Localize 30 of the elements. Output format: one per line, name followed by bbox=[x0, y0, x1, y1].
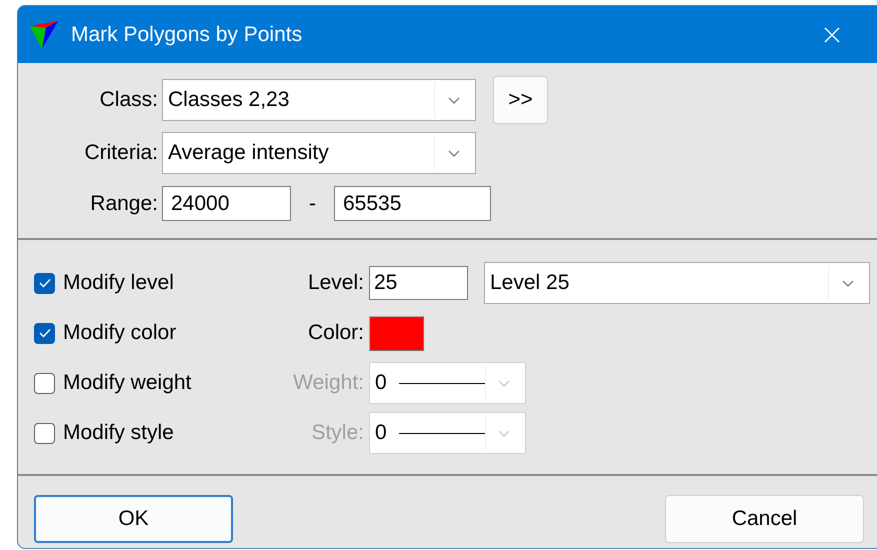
app-icon bbox=[29, 20, 59, 50]
caret-icon bbox=[448, 150, 460, 156]
range-separator: - bbox=[308, 192, 317, 216]
level-input[interactable]: 25 bbox=[369, 266, 468, 300]
more-button[interactable]: >> bbox=[493, 76, 548, 124]
checkbox[interactable]: Modify level bbox=[34, 271, 264, 295]
ok-button[interactable]: OK bbox=[34, 495, 233, 543]
level-dropdown[interactable]: Level 25 bbox=[484, 262, 870, 304]
caret-icon bbox=[842, 280, 854, 286]
criteria-dropdown[interactable]: Average intensity bbox=[162, 132, 476, 174]
range-label: Range: bbox=[89, 192, 158, 216]
color-swatch[interactable] bbox=[369, 316, 424, 350]
field-label: Style: bbox=[310, 421, 364, 445]
close-icon[interactable] bbox=[824, 26, 840, 42]
cancel-button[interactable]: Cancel bbox=[665, 495, 864, 543]
criteria-label: Criteria: bbox=[83, 141, 158, 165]
checkbox-icon[interactable] bbox=[34, 272, 55, 294]
field-label: Weight: bbox=[292, 371, 364, 395]
class-label: Class: bbox=[98, 88, 158, 112]
caret-icon bbox=[498, 430, 510, 436]
caret-icon bbox=[448, 96, 460, 104]
class-dropdown[interactable]: Classes 2,23 bbox=[162, 79, 476, 121]
range-from-input[interactable]: 24000 bbox=[162, 186, 291, 221]
field-label: Level: bbox=[306, 271, 364, 295]
checkbox[interactable]: Modify color bbox=[34, 321, 264, 345]
field-label: Color: bbox=[306, 321, 364, 345]
range-to-input[interactable]: 65535 bbox=[334, 186, 491, 221]
window-title: Mark Polygons by Points bbox=[71, 22, 304, 46]
checkbox-icon[interactable] bbox=[34, 322, 55, 344]
caret-icon bbox=[498, 380, 510, 386]
